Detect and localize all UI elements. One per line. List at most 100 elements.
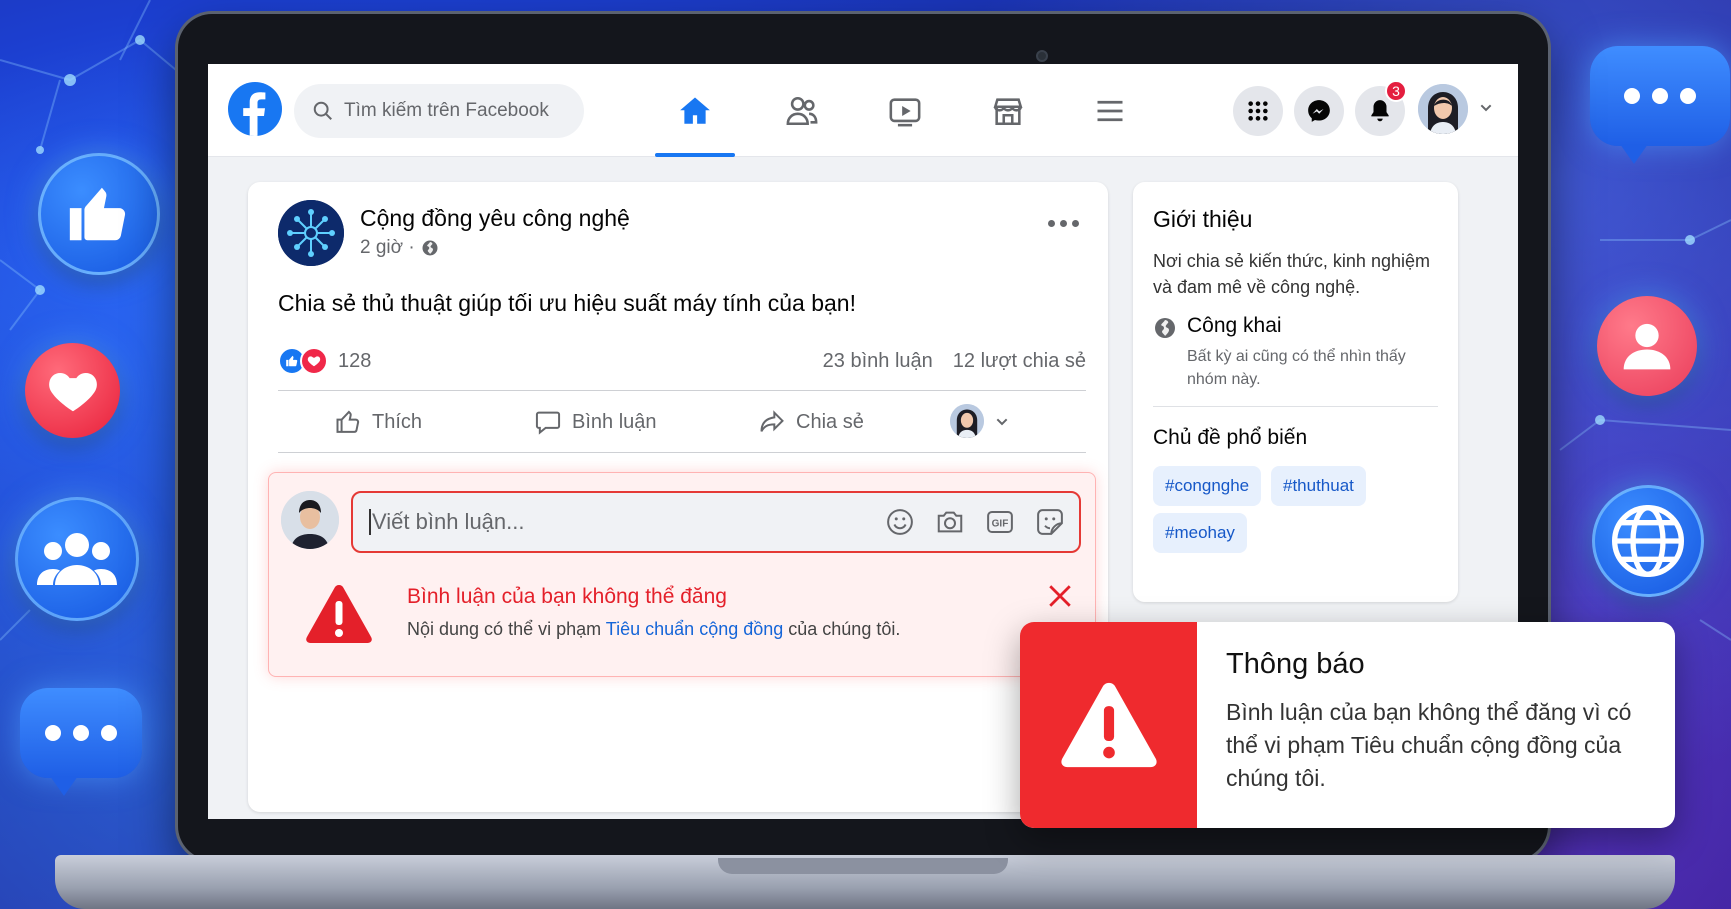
post-meta: 2 giờ · (360, 237, 439, 259)
comment-placeholder: Viết bình luận... (372, 509, 525, 534)
tab-friends[interactable] (762, 64, 842, 157)
tab-menu[interactable] (1070, 64, 1150, 157)
floating-globe-bubble (1592, 485, 1704, 597)
error-text: Nội dung có thể vi phạm (407, 619, 606, 639)
sticker-icon[interactable] (1035, 507, 1065, 537)
about-card: Giới thiệu Nơi chia sẻ kiến thức, kinh n… (1133, 182, 1458, 602)
post-text: Chia sẻ thủ thuật giúp tối ưu hiệu suất … (278, 290, 856, 316)
floating-group-bubble (15, 497, 139, 621)
comment-count[interactable]: 23 bình luận (823, 350, 933, 373)
laptop-camera (1036, 50, 1048, 62)
globe-icon (1155, 318, 1175, 338)
comment-label: Bình luận (572, 410, 657, 433)
text-caret (369, 509, 371, 535)
man-avatar-icon (281, 491, 339, 549)
marketplace-icon (993, 97, 1023, 125)
woman-avatar-icon (950, 404, 984, 438)
notice-warning-panel (1020, 622, 1197, 828)
grid-icon (1248, 101, 1268, 121)
notice-message: Bình luận của bạn không thể đăng vì có t… (1226, 699, 1632, 791)
gif-icon[interactable]: GIF (985, 507, 1015, 537)
profile-avatar[interactable] (1418, 84, 1468, 134)
comment-as-avatar[interactable] (950, 404, 984, 438)
chevron-down-icon[interactable] (1478, 100, 1494, 116)
error-text: của chúng tôi. (783, 619, 901, 639)
laptop-base-notch (718, 858, 1008, 874)
notification-popup: Thông báo Bình luận của bạn không thể đă… (1020, 622, 1675, 828)
home-icon (680, 97, 710, 124)
about-description: Nơi chia sẻ kiến thức, kinh nghiệm và đa… (1153, 251, 1430, 297)
camera-icon[interactable] (935, 507, 965, 537)
tab-watch[interactable] (865, 64, 945, 157)
floating-chat-bubble (20, 688, 142, 796)
facebook-logo[interactable] (228, 82, 282, 136)
close-icon[interactable] (1047, 583, 1073, 609)
post-stats: 23 bình luận 12 lượt chia sẻ (823, 350, 1086, 373)
reaction-count[interactable]: 128 (338, 350, 371, 373)
chevron-down-icon[interactable] (994, 414, 1010, 430)
globe-icon (1612, 505, 1684, 577)
messenger-icon (1308, 100, 1330, 122)
public-globe-icon (422, 240, 438, 256)
like-outline-icon (336, 410, 360, 433)
bell-icon (1371, 100, 1389, 122)
emoji-icon[interactable] (885, 507, 915, 537)
comment-input[interactable]: Viết bình luận... GIF (351, 491, 1081, 553)
topic-tag[interactable]: #congnghe (1153, 466, 1262, 506)
floating-user-bubble (1597, 296, 1697, 396)
thumbs-up-icon (69, 187, 126, 241)
warning-triangle-icon (1060, 682, 1157, 768)
friends-icon (786, 96, 818, 125)
search-icon (313, 101, 332, 120)
video-icon (889, 97, 921, 126)
floating-chat-bubble (1590, 46, 1730, 164)
privacy-description: Bất kỳ ai cũng có thể nhìn thấy nhóm này… (1187, 348, 1406, 388)
share-label: Chia sẻ (796, 410, 864, 433)
apps-grid-button[interactable] (1233, 86, 1283, 136)
share-icon (760, 410, 784, 432)
topic-tag[interactable]: #thuthuat (1271, 466, 1366, 506)
about-title: Giới thiệu (1153, 206, 1253, 232)
like-label: Thích (372, 410, 423, 433)
notice-title: Thông báo (1226, 648, 1365, 680)
post-card: Cộng đồng yêu công nghệ 2 giờ · Chia sẻ … (248, 182, 1108, 812)
user-icon (1623, 323, 1671, 370)
page-avatar[interactable] (278, 200, 344, 266)
svg-text:GIF: GIF (992, 518, 1009, 529)
page-name[interactable]: Cộng đồng yêu công nghệ (360, 205, 630, 232)
divider (278, 452, 1086, 453)
love-reaction-icon (300, 347, 328, 375)
divider (1153, 406, 1438, 407)
like-button[interactable]: Thích (334, 408, 422, 436)
woman-avatar-icon (1418, 84, 1468, 134)
tab-marketplace[interactable] (968, 64, 1048, 157)
facebook-f-icon (243, 92, 266, 136)
topics-title: Chủ đề phổ biến (1153, 426, 1308, 449)
search-bar[interactable]: Tìm kiếm trên Facebook (294, 84, 584, 138)
share-button[interactable]: Chia sẻ (758, 408, 864, 436)
floating-like-bubble (38, 153, 160, 275)
error-description: Nội dung có thể vi phạm Tiêu chuẩn cộng … (407, 619, 900, 640)
reactions-row: 128 23 bình luận 12 lượt chia sẻ (278, 345, 1086, 377)
hamburger-menu-icon (1097, 100, 1123, 121)
comment-error-box: Viết bình luận... GIF Bình luận của bạn … (268, 472, 1096, 677)
tab-home[interactable] (655, 64, 735, 157)
top-navigation-bar: Tìm kiếm trên Facebook 3 (208, 64, 1518, 157)
notification-badge: 3 (1385, 80, 1407, 102)
divider (278, 390, 1086, 391)
floating-heart-bubble (25, 343, 120, 438)
share-count[interactable]: 12 lượt chia sẻ (953, 350, 1086, 373)
privacy-title: Công khai (1187, 314, 1282, 337)
post-time[interactable]: 2 giờ · (360, 237, 415, 259)
post-more-options-button[interactable] (1048, 220, 1079, 227)
error-title: Bình luận của bạn không thể đăng (407, 585, 727, 608)
topic-tag[interactable]: #meohay (1153, 513, 1247, 553)
group-icon (37, 533, 117, 585)
messenger-button[interactable] (1294, 86, 1344, 136)
community-standards-link[interactable]: Tiêu chuẩn cộng đồng (606, 619, 783, 639)
comment-button[interactable]: Bình luận (534, 408, 657, 436)
network-logo-icon (278, 200, 344, 266)
warning-triangle-icon (306, 585, 372, 643)
post-actions-row: Thích Bình luận Chia sẻ (278, 392, 1086, 452)
heart-icon (48, 372, 97, 411)
